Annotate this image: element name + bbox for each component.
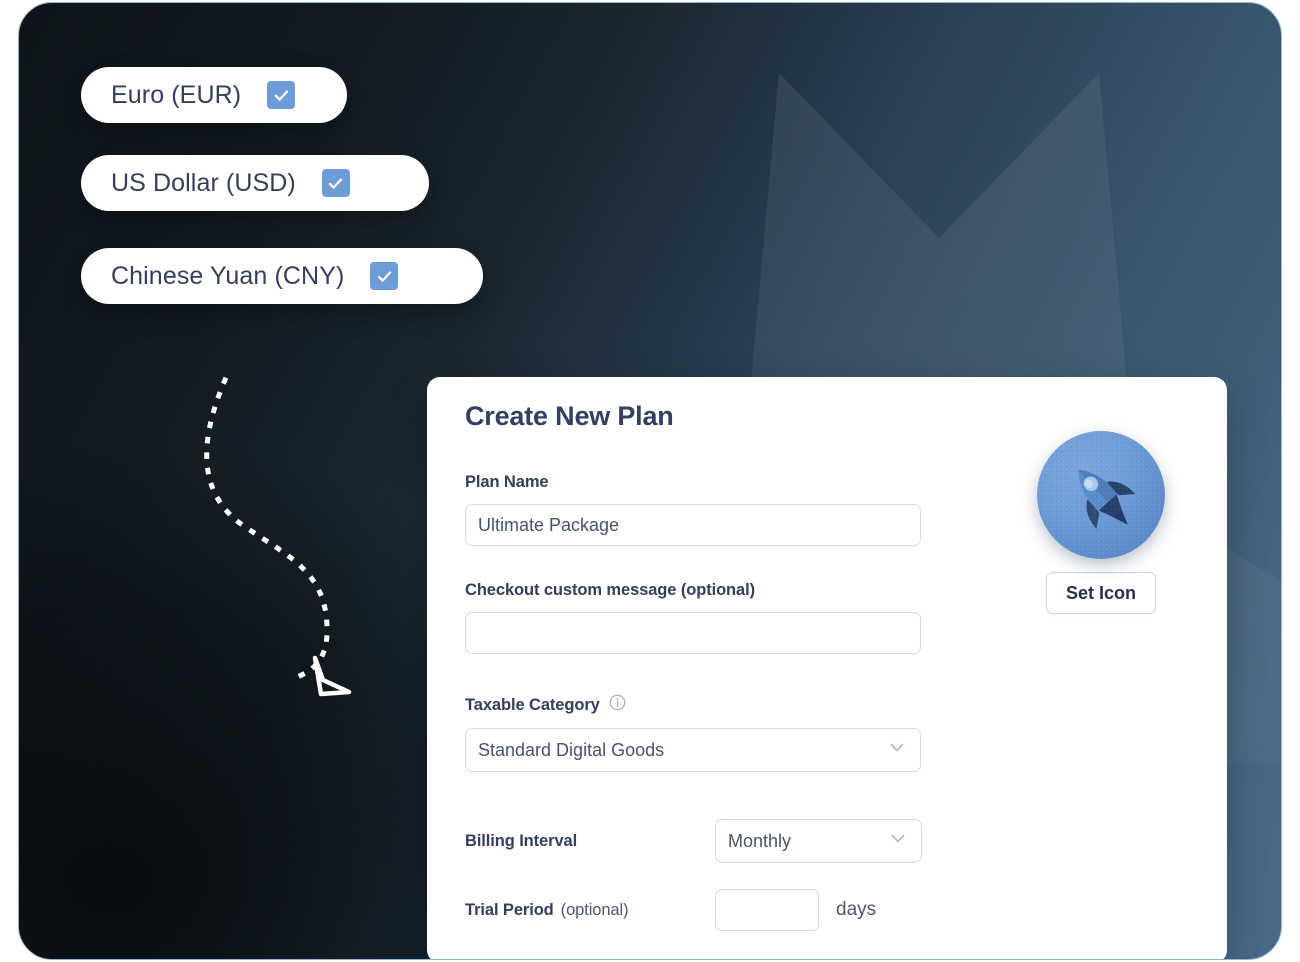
- trial-period-label: Trial Period: [465, 900, 554, 919]
- field-billing-interval: Billing Interval Monthly: [465, 819, 965, 863]
- billing-interval-select[interactable]: Monthly: [715, 819, 922, 863]
- currency-pill-label: US Dollar (USD): [111, 168, 296, 197]
- field-trial-period: Trial Period (optional) days: [465, 889, 1025, 931]
- check-icon[interactable]: [267, 81, 296, 109]
- checkout-message-label: Checkout custom message (optional): [465, 581, 755, 599]
- currency-pill-usd[interactable]: US Dollar (USD): [81, 155, 429, 211]
- trial-period-input[interactable]: [715, 889, 819, 931]
- rocket-icon[interactable]: [1037, 431, 1165, 559]
- screenshot-root: Euro (EUR) US Dollar (USD) Chinese Yuan …: [0, 0, 1300, 962]
- check-icon[interactable]: [321, 169, 350, 197]
- set-icon-button[interactable]: Set Icon: [1045, 572, 1156, 614]
- check-icon[interactable]: [370, 262, 399, 290]
- field-checkout-message: Checkout custom message (optional): [465, 581, 921, 654]
- field-taxable-category: Taxable Category Standard Digital Goods: [465, 694, 921, 772]
- taxable-category-label: Taxable Category: [465, 695, 600, 714]
- trial-period-unit: days: [836, 899, 877, 920]
- info-circle-icon[interactable]: [609, 694, 626, 716]
- currency-pill-label: Chinese Yuan (CNY): [111, 261, 345, 290]
- taxable-category-value: Standard Digital Goods: [478, 739, 665, 760]
- currency-pill-cny[interactable]: Chinese Yuan (CNY): [81, 248, 483, 304]
- plan-name-label: Plan Name: [465, 473, 549, 491]
- checkout-message-input[interactable]: [465, 612, 921, 654]
- plan-icon-picker: Set Icon: [1021, 431, 1181, 614]
- billing-interval-label: Billing Interval: [465, 831, 578, 850]
- app-frame: Euro (EUR) US Dollar (USD) Chinese Yuan …: [18, 2, 1282, 960]
- taxable-category-select[interactable]: Standard Digital Goods: [465, 728, 921, 772]
- currency-pill-eur[interactable]: Euro (EUR): [81, 67, 347, 123]
- plan-name-input[interactable]: [465, 504, 921, 546]
- dotted-curved-arrow: [204, 376, 352, 697]
- trial-period-optional-label: (optional): [560, 900, 629, 919]
- billing-interval-value: Monthly: [728, 830, 792, 851]
- page-title: Create New Plan: [465, 401, 674, 431]
- create-plan-card: Create New Plan Plan Name Checkout custo…: [427, 377, 1227, 959]
- currency-pill-label: Euro (EUR): [111, 80, 242, 109]
- field-plan-name: Plan Name: [465, 473, 921, 546]
